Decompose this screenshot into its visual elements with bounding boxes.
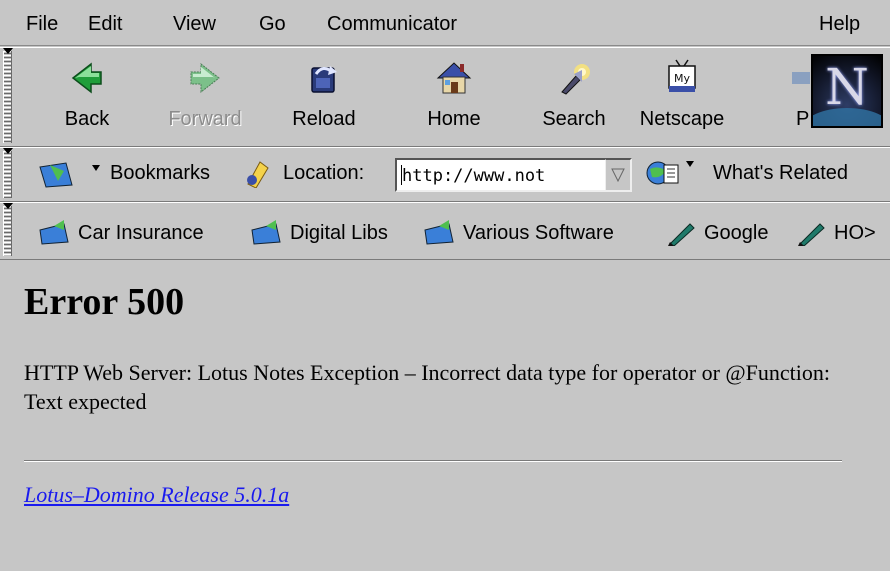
bookmark-pen-icon (668, 223, 695, 246)
bookmark-folder-label: Car Insurance (78, 222, 204, 244)
search-button[interactable]: Search (530, 54, 618, 140)
reload-icon (311, 66, 337, 93)
url-history-dropdown[interactable] (606, 158, 632, 192)
bookmark-link-google[interactable]: Google (666, 219, 769, 247)
my-netscape-icon: My (668, 59, 696, 92)
personal-toolbar-grip[interactable] (3, 203, 13, 256)
chevron-down-icon (611, 168, 625, 183)
menu-file[interactable]: File (24, 13, 60, 35)
netscape-n-logo[interactable]: N (811, 54, 883, 128)
whats-related-icon (646, 161, 694, 185)
location-label: Location: (283, 162, 365, 184)
menu-help[interactable]: Help (817, 13, 862, 35)
whats-related-button[interactable]: What's Related (713, 161, 848, 185)
bookmarks-icon (39, 162, 100, 188)
page-content: Error 500 HTTP Web Server: Lotus Notes E… (0, 262, 890, 571)
print-button-label: P (796, 108, 810, 130)
home-icon (436, 62, 472, 94)
menu-bar: File Edit View Go Communicator Help (0, 0, 890, 46)
horizontal-rule (24, 460, 842, 462)
bookmark-pen-icon (798, 223, 825, 246)
svg-text:My: My (674, 72, 690, 85)
bookmarks-icon-wrap[interactable] (36, 157, 104, 195)
bookmark-folder-various-software[interactable]: Various Software (423, 219, 614, 247)
menu-view[interactable]: View (171, 13, 218, 35)
personal-toolbar: Car Insurance Digital Libs Various Softw… (0, 202, 890, 260)
bookmark-link-label: HO> (834, 222, 876, 244)
reload-button-label: Reload (292, 108, 356, 130)
netscape-button[interactable]: My Netscape (638, 54, 726, 140)
back-button-label: Back (64, 108, 110, 130)
location-toolbar-grip[interactable] (3, 148, 13, 198)
reload-button[interactable]: Reload (280, 54, 368, 140)
home-button[interactable]: Home (410, 54, 498, 140)
whats-related-icon-wrap[interactable] (646, 157, 702, 195)
menu-edit[interactable]: Edit (86, 13, 124, 35)
search-flashlight-icon (561, 64, 590, 95)
home-button-label: Home (427, 108, 481, 130)
bookmark-link-truncated[interactable]: HO> (796, 219, 890, 247)
location-url-input[interactable]: http://www.not (395, 158, 607, 192)
bookmarks-button[interactable]: Bookmarks (110, 161, 210, 185)
error-heading: Error 500 (24, 281, 185, 323)
navigation-toolbar-grip[interactable] (3, 48, 13, 143)
location-url-text: http://www.not (402, 166, 546, 186)
bookmark-folder-digital-libs[interactable]: Digital Libs (250, 219, 388, 247)
forward-button[interactable]: Forward (161, 54, 249, 140)
print-button[interactable]: P (752, 54, 810, 140)
page-proxy-icon (247, 161, 269, 189)
print-icon-partial (792, 72, 810, 84)
back-arrow-icon (71, 62, 102, 94)
bookmark-folder-label: Digital Libs (290, 222, 388, 244)
error-message: HTTP Web Server: Lotus Notes Exception –… (24, 360, 830, 414)
bookmark-folder-car-insurance[interactable]: Car Insurance (38, 219, 204, 247)
folder-icon (424, 220, 454, 245)
menu-communicator[interactable]: Communicator (325, 13, 459, 35)
menu-go[interactable]: Go (257, 13, 288, 35)
folder-icon (39, 220, 69, 245)
search-button-label: Search (542, 108, 606, 130)
location-icon-wrap[interactable] (242, 158, 272, 194)
lotus-domino-link[interactable]: Lotus–Domino Release 5.0.1a (24, 482, 289, 508)
netscape-button-label: Netscape (639, 108, 725, 130)
folder-icon (251, 220, 281, 245)
bookmark-folder-label: Various Software (463, 222, 614, 244)
netscape-logo-letter: N (825, 58, 869, 116)
location-toolbar: Bookmarks Location: http://www.not What'… (0, 147, 890, 202)
bookmark-link-label: Google (704, 222, 769, 244)
forward-button-label: Forward (168, 108, 242, 130)
back-button[interactable]: Back (43, 54, 131, 140)
forward-arrow-icon (190, 62, 220, 94)
navigation-toolbar: Back Forward Reload Home Search My Netsc… (0, 47, 890, 147)
